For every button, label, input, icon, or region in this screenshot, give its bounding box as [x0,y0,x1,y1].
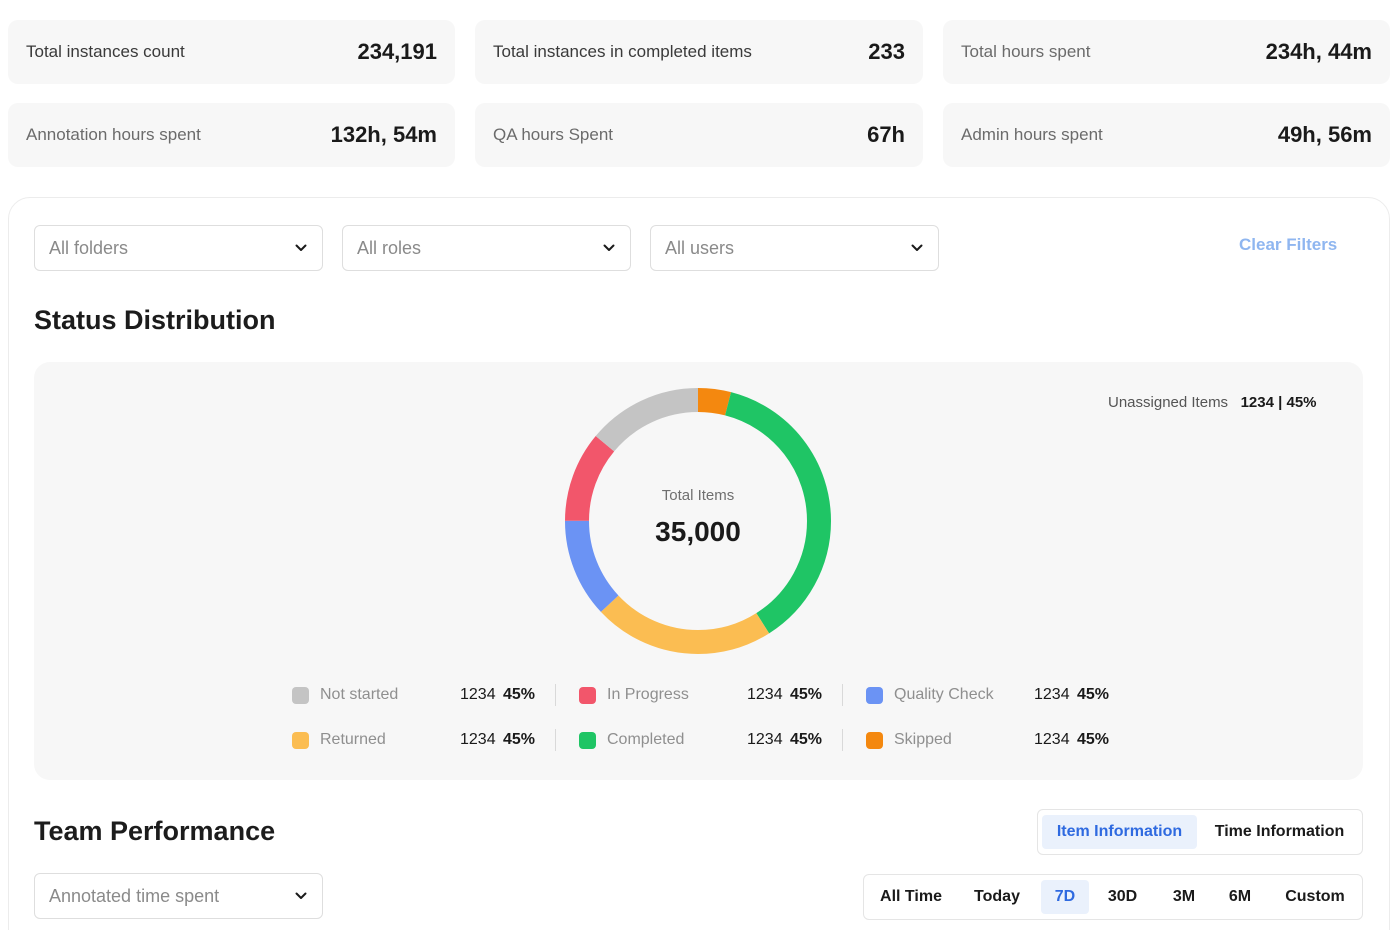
legend-swatch [579,731,596,749]
users-select-value: All users [665,237,735,258]
stat-label: QA hours Spent [493,125,614,144]
legend-swatch [866,731,883,749]
legend-skipped: Skipped 1234 45% [866,729,1109,751]
folders-select[interactable]: All folders [34,225,323,271]
legend-swatch [292,731,309,749]
metric-select-value: Annotated time spent [49,885,220,906]
stat-card-completed-instances: Total instances in completed items 233 [475,20,923,84]
legend-divider [555,684,556,706]
info-tab-group: Item Information Time Information [1037,809,1363,855]
tab-item-information[interactable]: Item Information [1042,815,1197,849]
unassigned-label: Unassigned Items [1108,394,1229,411]
chevron-down-icon [602,241,616,255]
range-all-time[interactable]: All Time [872,880,950,914]
legend-name: Skipped [894,731,952,748]
stat-card-total-hours: Total hours spent 234h, 44m [943,20,1390,84]
tab-time-information[interactable]: Time Information [1202,815,1357,849]
legend-name: In Progress [607,686,689,703]
legend-count: 1234 [747,731,783,748]
stat-label: Admin hours spent [961,125,1103,144]
legend-count: 1234 [460,731,496,748]
legend-returned: Returned 1234 45% [292,729,535,751]
clear-filters-link[interactable]: Clear Filters [1239,235,1337,255]
legend-percent: 45% [790,686,823,703]
chevron-down-icon [910,241,924,255]
range-3m[interactable]: 3M [1162,880,1206,914]
team-performance-title: Team Performance [34,816,276,846]
stat-value: 49h, 56m [1277,122,1372,147]
range-6m[interactable]: 6M [1218,880,1262,914]
legend-name: Returned [320,731,386,748]
legend-divider [842,729,843,751]
stat-label: Total instances in completed items [493,42,752,61]
users-select[interactable]: All users [650,225,939,271]
legend-swatch [292,686,309,704]
stat-card-admin-hours: Admin hours spent 49h, 56m [943,103,1390,167]
range-30d[interactable]: 30D [1099,880,1146,914]
range-7d[interactable]: 7D [1041,880,1089,914]
stat-label: Total hours spent [961,42,1091,61]
legend-percent: 45% [1077,686,1110,703]
legend-count: 1234 [1034,731,1070,748]
legend-percent: 45% [1077,731,1110,748]
stat-value: 132h, 54m [330,122,437,147]
stat-card-annotation-hours: Annotation hours spent 132h, 54m [8,103,455,167]
status-distribution-title: Status Distribution [34,305,276,335]
folders-select-value: All folders [49,237,129,258]
status-donut-chart: Total Items 35,000 [564,387,832,655]
stat-card-qa-hours: QA hours Spent 67h [475,103,923,167]
stat-label: Annotation hours spent [26,125,201,144]
roles-select-value: All roles [357,237,422,258]
stat-card-total-instances: Total instances count 234,191 [8,20,455,84]
roles-select[interactable]: All roles [342,225,631,271]
legend-divider [842,684,843,706]
legend-count: 1234 [1034,686,1070,703]
range-today[interactable]: Today [962,880,1032,914]
metric-select[interactable]: Annotated time spent [34,873,323,919]
legend-name: Quality Check [894,686,994,703]
stat-value: 233 [868,39,905,64]
unassigned-value: 1234 | 45% [1240,394,1317,411]
legend-quality-check: Quality Check 1234 45% [866,684,1109,706]
total-items-label: Total Items [661,486,735,504]
range-custom[interactable]: Custom [1274,880,1356,914]
total-items-value: 35,000 [655,515,741,547]
time-range-group: All Time Today 7D 30D 3M 6M Custom [863,874,1363,920]
stat-value: 67h [867,122,905,147]
legend-name: Completed [607,731,685,748]
chevron-down-icon [294,889,308,903]
legend-percent: 45% [790,731,823,748]
legend-swatch [579,686,596,704]
legend-completed: Completed 1234 45% [579,729,822,751]
unassigned-items: Unassigned Items 1234 | 45% [1108,394,1317,411]
legend-count: 1234 [460,686,496,703]
legend-divider [555,729,556,751]
legend-not-started: Not started 1234 45% [292,684,535,706]
legend-percent: 45% [503,686,536,703]
legend-count: 1234 [747,686,783,703]
donut-center: Total Items 35,000 [564,387,832,655]
stat-label: Total instances count [26,42,185,61]
chevron-down-icon [294,241,308,255]
stat-value: 234,191 [357,39,437,64]
legend-name: Not started [320,686,399,703]
legend-in-progress: In Progress 1234 45% [579,684,822,706]
stat-value: 234h, 44m [1265,39,1372,64]
legend-percent: 45% [503,731,536,748]
legend-swatch [866,686,883,704]
